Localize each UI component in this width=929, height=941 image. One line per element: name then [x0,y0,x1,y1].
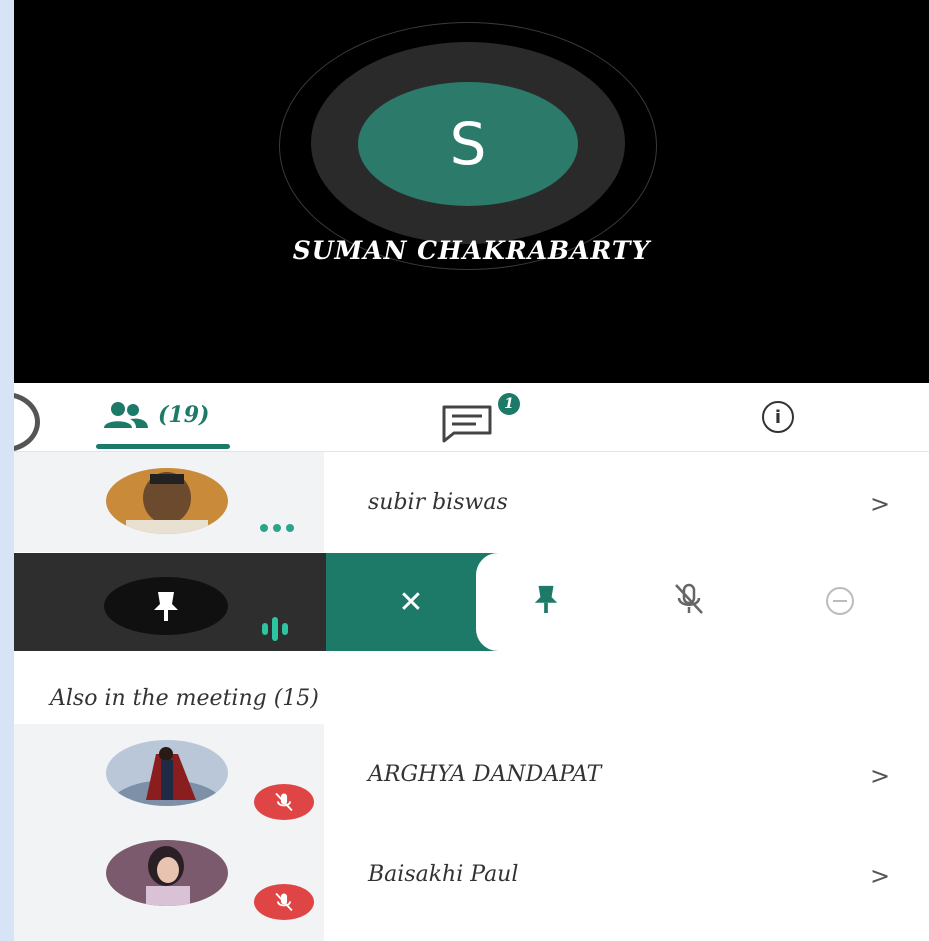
muted-mic-icon [275,892,293,912]
audio-level-icon [262,617,288,641]
also-in-meeting-title: Also in the meeting (15) [50,686,319,711]
active-tab-indicator [96,444,230,449]
participant-name: ARGHYA DANDAPAT [368,762,602,787]
participant-name: subir biswas [368,490,508,515]
chevron-right-icon[interactable]: > [870,490,890,518]
action-panel [476,553,929,651]
more-options-icon[interactable] [260,524,294,532]
subir-avatar [106,468,228,534]
pin-icon [534,585,558,613]
participant-row-pinned[interactable]: subir biswas > [14,452,929,552]
tab-people[interactable]: (19) [100,397,209,433]
panel-tabs: (19) 1 i [14,383,929,452]
chat-unread-badge: 1 [498,393,520,415]
speaker-avatar: S [358,82,578,206]
participant-row[interactable]: Baisakhi Paul > [14,826,929,941]
info-icon[interactable]: i [762,401,794,433]
people-icon [104,402,148,428]
speaker-name: SUMAN CHAKRABARTY [292,236,651,265]
mute-participant-button[interactable] [672,581,706,621]
participant-row[interactable]: ARGHYA DANDAPAT > [14,724,929,828]
participant-name: Baisakhi Paul [368,862,519,887]
speaker-video-tile[interactable]: S SUMAN CHAKRABARTY [14,0,929,383]
meeting-screen: S SUMAN CHAKRABARTY (19) 1 i subir biswa… [14,0,929,941]
pin-button[interactable] [532,583,560,619]
chevron-right-icon[interactable]: > [870,762,890,790]
muted-badge [254,784,314,820]
remove-icon[interactable] [826,587,854,615]
muted-mic-icon [275,792,293,812]
chevron-right-icon[interactable]: > [870,862,890,890]
pinned-indicator [104,577,228,635]
chat-icon [442,405,492,443]
pin-icon [154,592,178,621]
baisakhi-avatar [106,840,228,906]
mute-mic-icon [675,583,703,614]
participant-actions-strip: ✕ [14,553,929,651]
people-count: (19) [158,402,210,428]
muted-badge [254,884,314,920]
arghya-avatar [106,740,228,806]
close-actions-button[interactable]: ✕ [326,553,496,651]
tab-chat[interactable]: 1 [440,393,530,443]
